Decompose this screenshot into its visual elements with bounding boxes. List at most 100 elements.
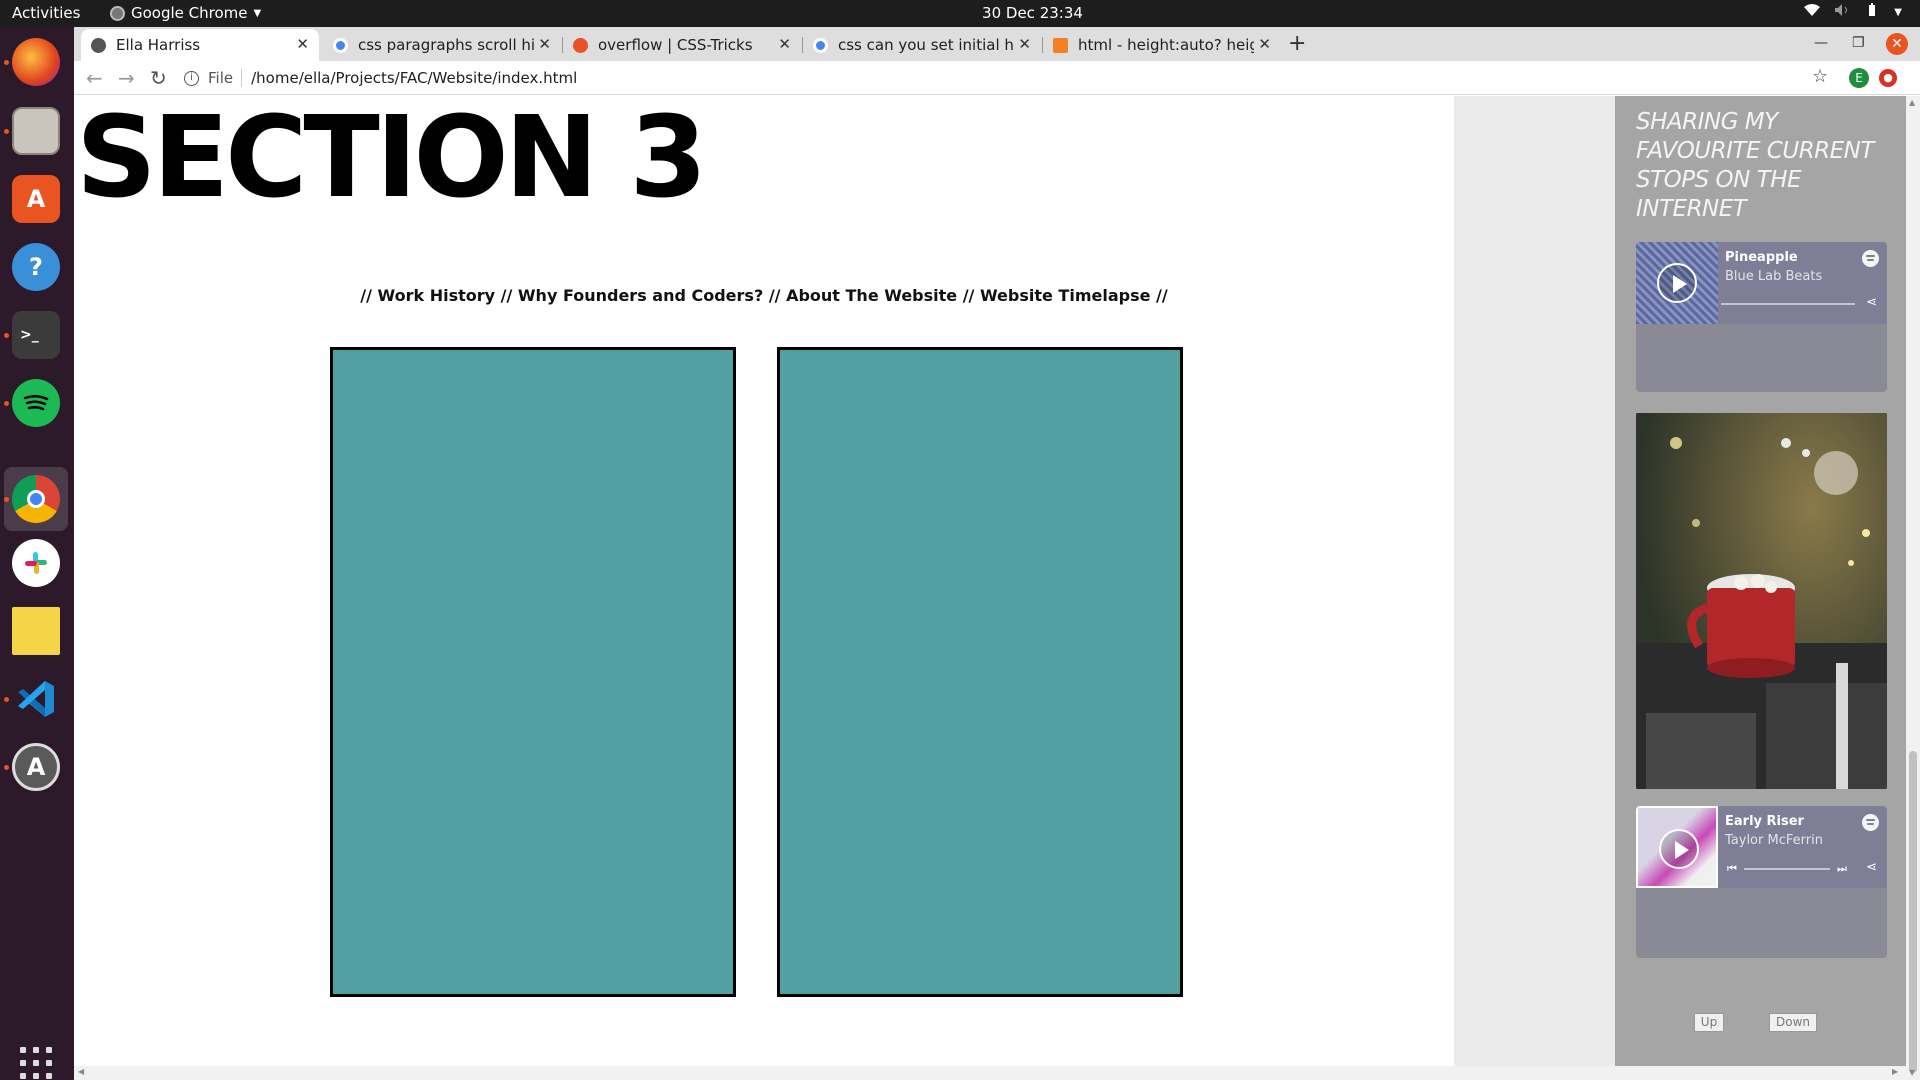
vscode-icon[interactable] xyxy=(12,675,60,723)
close-icon[interactable]: ✕ xyxy=(1018,35,1031,53)
tab-overflow-css-tricks[interactable]: overflow | CSS-Tricks ✕ xyxy=(563,29,801,61)
google-icon xyxy=(333,37,348,53)
tab-title: html - height:auto? height xyxy=(1078,36,1254,54)
browser-toolbar: ← → ↻ i File /home/ella/Projects/FAC/Web… xyxy=(74,61,1920,95)
system-tray[interactable]: ▼ xyxy=(1804,3,1902,23)
share-icon[interactable]: ⋖ xyxy=(1866,860,1877,875)
tab-css-paragraphs[interactable]: css paragraphs scroll hidden ✕ xyxy=(323,29,561,61)
reload-icon[interactable]: ↻ xyxy=(150,66,167,90)
address-url: /home/ella/Projects/FAC/Website/index.ht… xyxy=(251,69,578,87)
software-icon[interactable]: A xyxy=(12,175,60,223)
updater-icon[interactable]: A xyxy=(12,743,60,791)
vertical-scrollbar[interactable]: ▲ ▼ xyxy=(1906,96,1920,1080)
running-indicator xyxy=(4,60,9,65)
scroll-left-arrow-icon[interactable]: ◀ xyxy=(78,1067,84,1076)
tab-title: css can you set initial height xyxy=(838,36,1014,54)
spotify-embed-pineapple[interactable]: Pineapple Blue Lab Beats ⋖ xyxy=(1636,242,1887,392)
spotify-icon[interactable] xyxy=(12,379,60,427)
close-icon[interactable]: ✕ xyxy=(296,35,309,53)
nav-link-work-history[interactable]: // Work History xyxy=(360,286,495,305)
content-card-right xyxy=(777,347,1183,997)
running-indicator xyxy=(4,129,9,134)
back-arrow-icon[interactable]: ← xyxy=(86,66,103,90)
embed-footer xyxy=(1636,888,1887,958)
browser-window: Ella Harriss ✕ css paragraphs scroll hid… xyxy=(74,27,1920,1080)
tab-title: css paragraphs scroll hidden xyxy=(358,36,534,54)
share-icon[interactable]: ⋖ xyxy=(1866,295,1877,310)
bookmark-star-icon[interactable]: ☆ xyxy=(1812,66,1828,87)
new-tab-button[interactable]: + xyxy=(1288,31,1306,56)
content-card-left xyxy=(330,347,736,997)
album-cover xyxy=(1636,806,1718,888)
down-button[interactable]: Down xyxy=(1769,1013,1817,1032)
track-title: Early Riser xyxy=(1725,814,1804,829)
sidebar-heading: SHARING MY FAVOURITE CURRENT STOPS ON TH… xyxy=(1636,109,1874,222)
tab-html-height-auto[interactable]: html - height:auto? height ✕ xyxy=(1043,29,1281,61)
slack-icon[interactable] xyxy=(12,539,60,587)
play-button[interactable] xyxy=(1657,263,1697,303)
close-window-button[interactable]: ✕ xyxy=(1886,33,1908,55)
running-indicator xyxy=(4,401,9,406)
address-bar[interactable]: i File /home/ella/Projects/FAC/Website/i… xyxy=(184,63,1884,93)
running-indicator xyxy=(4,697,9,702)
running-indicator xyxy=(4,333,9,338)
track-artist: Blue Lab Beats xyxy=(1725,269,1823,284)
horizontal-scrollbar[interactable]: ◀ ▶ xyxy=(74,1066,1906,1080)
css-tricks-icon xyxy=(573,37,588,53)
section-nav: // Work History // Why Founders and Code… xyxy=(74,286,1454,305)
globe-icon xyxy=(91,37,106,53)
close-icon[interactable]: ✕ xyxy=(1258,35,1271,53)
files-icon[interactable] xyxy=(12,107,60,155)
track-title: Pineapple xyxy=(1725,250,1798,265)
scroll-down-arrow-icon[interactable]: ▼ xyxy=(1909,1068,1915,1077)
maximize-button[interactable]: ❐ xyxy=(1852,35,1865,51)
extension-icon[interactable]: ● xyxy=(1879,69,1897,87)
spotify-icon[interactable] xyxy=(1862,250,1879,267)
embed-footer xyxy=(1636,324,1887,392)
tab-css-initial-height[interactable]: css can you set initial height ✕ xyxy=(803,29,1041,61)
stackoverflow-icon xyxy=(1053,37,1068,53)
previous-track-icon[interactable]: ⏮ xyxy=(1727,862,1737,876)
help-icon[interactable]: ? xyxy=(12,243,60,291)
address-separator xyxy=(241,69,243,87)
scrollbar-thumb[interactable] xyxy=(1909,751,1917,1073)
tab-strip: Ella Harriss ✕ css paragraphs scroll hid… xyxy=(74,27,1920,61)
profile-avatar[interactable]: E xyxy=(1849,68,1869,88)
progress-bar[interactable] xyxy=(1721,303,1855,305)
scroll-up-arrow-icon[interactable]: ▲ xyxy=(1909,98,1915,107)
battery-icon xyxy=(1864,3,1880,23)
show-applications-icon[interactable] xyxy=(20,1047,52,1079)
system-top-bar: Activities Google Chrome ▼ 30 Dec 23:34 … xyxy=(0,0,1920,27)
close-icon[interactable]: ✕ xyxy=(778,35,791,53)
terminal-icon[interactable]: >_ xyxy=(12,311,60,359)
minimize-button[interactable]: — xyxy=(1814,35,1828,51)
chrome-icon[interactable] xyxy=(12,475,60,523)
tab-title: overflow | CSS-Tricks xyxy=(598,36,753,54)
forward-arrow-icon[interactable]: → xyxy=(118,66,135,90)
scroll-right-arrow-icon[interactable]: ▶ xyxy=(1892,1067,1898,1076)
firefox-icon[interactable] xyxy=(12,38,60,86)
play-button[interactable] xyxy=(1659,829,1699,869)
next-track-icon[interactable]: ⏭ xyxy=(1837,862,1847,876)
section-title: SECTION 3 xyxy=(76,96,707,223)
running-indicator xyxy=(4,497,9,502)
up-button[interactable]: Up xyxy=(1694,1013,1724,1032)
nav-link-website-timelapse[interactable]: // Website Timelapse // xyxy=(963,286,1168,305)
volume-icon xyxy=(1834,3,1850,23)
tab-ella-harriss[interactable]: Ella Harriss ✕ xyxy=(81,29,319,61)
close-icon[interactable]: ✕ xyxy=(538,35,551,53)
photo-illustration xyxy=(1636,413,1887,789)
sidebar: SHARING MY FAVOURITE CURRENT STOPS ON TH… xyxy=(1615,96,1906,1080)
progress-bar[interactable] xyxy=(1744,868,1830,870)
page-gutter xyxy=(1454,96,1615,1080)
notes-icon[interactable] xyxy=(12,607,60,655)
clock[interactable]: 30 Dec 23:34 xyxy=(0,4,1920,22)
spotify-embed-early-riser[interactable]: Early Riser Taylor McFerrin ⏮ ⏭ ⋖ xyxy=(1636,806,1887,958)
dock: A ? >_ A xyxy=(0,27,74,1080)
wifi-icon xyxy=(1804,3,1821,23)
spotify-icon[interactable] xyxy=(1862,814,1879,831)
nav-link-about-website[interactable]: // About The Website xyxy=(769,286,957,305)
info-icon[interactable]: i xyxy=(184,70,199,86)
nav-link-why-founders-coders[interactable]: // Why Founders and Coders? xyxy=(501,286,764,305)
running-indicator xyxy=(4,765,9,770)
